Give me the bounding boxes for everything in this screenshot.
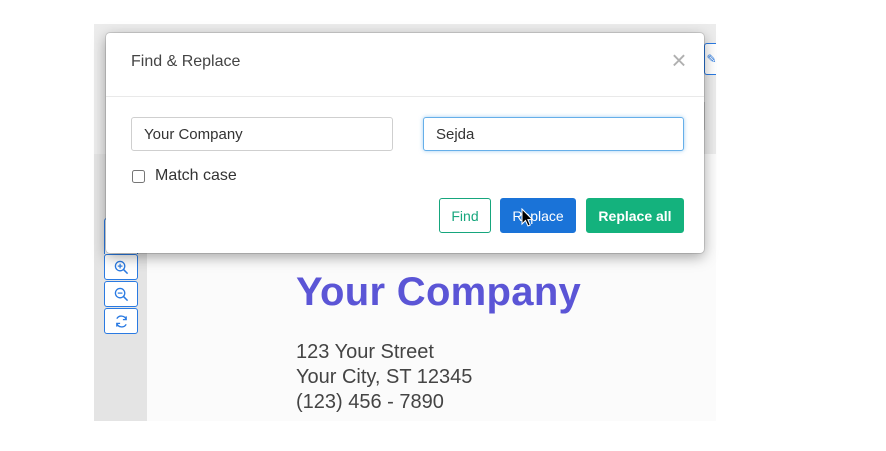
zoom-out-button[interactable] [104,281,138,307]
address-line[interactable]: Your City, ST 12345 [296,365,472,390]
refresh-icon [115,314,127,328]
refresh-button[interactable] [104,308,138,334]
close-button[interactable]: × [668,47,690,73]
zoom-in-icon [114,260,128,274]
document-company-name[interactable]: Your Company [296,270,581,315]
toolbar-divider [704,102,716,130]
pointer-cursor-icon [521,208,534,227]
replace-all-button[interactable]: Replace all [586,198,684,233]
dialog-header: Find & Replace × [106,33,704,97]
match-case-checkbox[interactable] [132,169,145,183]
match-case-option[interactable]: Match case [131,167,237,185]
replace-button[interactable]: Replace [500,198,576,233]
dialog-title: Find & Replace [131,53,241,70]
find-input[interactable] [131,117,393,151]
replace-input[interactable] [423,117,684,151]
zoom-out-icon [114,287,128,301]
match-case-label: Match case [155,167,237,184]
zoom-in-button[interactable] [104,254,138,280]
close-icon: × [671,45,687,75]
address-line[interactable]: (123) 456 - 7890 [296,390,472,415]
address-line[interactable]: 123 Your Street [296,340,472,365]
signature-tool-button[interactable]: ✎ [704,43,716,75]
document-address: 123 Your Street Your City, ST 12345 (123… [296,340,472,415]
find-replace-dialog: Find & Replace × Match case Find Replace… [106,33,704,253]
find-button[interactable]: Find [439,198,491,233]
